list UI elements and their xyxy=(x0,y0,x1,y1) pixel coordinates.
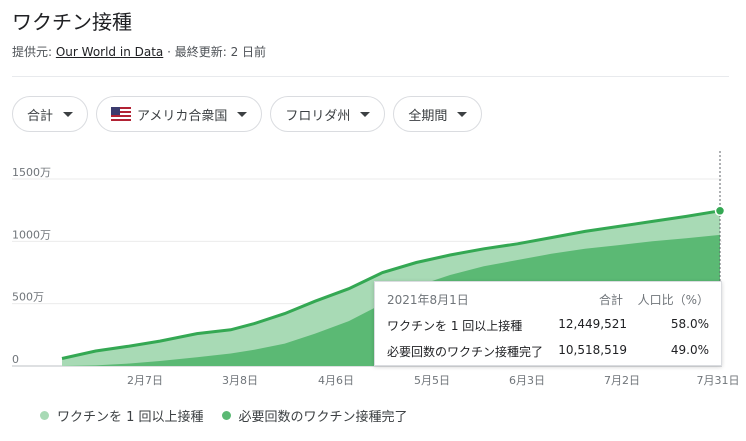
source-link[interactable]: Our World in Data xyxy=(56,45,163,59)
tooltip-row-total: 12,449,521 xyxy=(558,317,627,331)
tooltip-date: 2021年8月1日 xyxy=(387,293,469,307)
y-tick-label: 500万 xyxy=(12,291,44,304)
tooltip-row-label: ワクチンを 1 回以上接種 xyxy=(387,319,523,333)
tooltip-row-pct: 58.0% xyxy=(670,317,709,331)
caret-down-icon xyxy=(457,111,468,117)
tooltip-row: ワクチンを 1 回以上接種 12,449,521 58.0% xyxy=(387,317,709,335)
us-flag-icon xyxy=(111,107,132,121)
caret-down-icon xyxy=(237,111,248,117)
last-updated: 最終更新: 2 日前 xyxy=(174,45,267,59)
header-divider xyxy=(12,76,729,77)
caret-down-icon xyxy=(63,111,74,117)
x-tick-label: 4月6日 xyxy=(318,374,354,387)
x-tick-label: 2月7日 xyxy=(127,374,163,387)
legend-label: ワクチンを 1 回以上接種 xyxy=(57,410,204,425)
filter-metric-dropdown[interactable]: 合計 xyxy=(12,96,89,132)
tooltip-header: 2021年8月1日 合計 人口比（%） xyxy=(387,291,709,309)
y-tick-label: 1000万 xyxy=(12,228,51,241)
legend-label: 必要回数のワクチン接種完了 xyxy=(238,410,408,425)
caret-down-icon xyxy=(360,111,371,117)
filter-country-dropdown[interactable]: アメリカ合衆国 xyxy=(96,96,263,132)
source-line: 提供元: Our World in Data · 最終更新: 2 日前 xyxy=(12,43,266,60)
tooltip-row-pct: 49.0% xyxy=(670,343,709,357)
tooltip-col-pct: 人口比（%） xyxy=(637,293,709,307)
legend-item-first-dose[interactable]: ワクチンを 1 回以上接種 xyxy=(40,406,204,425)
source-separator: · xyxy=(163,45,175,59)
source-prefix: 提供元: xyxy=(12,45,56,59)
x-tick-label: 7月31日 xyxy=(697,374,740,387)
page-title: ワクチン接種 xyxy=(12,10,132,34)
hover-point xyxy=(714,205,726,217)
y-tick-label: 0 xyxy=(12,353,19,366)
x-tick-label: 7月2日 xyxy=(604,374,640,387)
x-tick-label: 6月3日 xyxy=(509,374,545,387)
tooltip-row-total: 10,518,519 xyxy=(558,343,627,357)
y-tick-label: 1500万 xyxy=(12,166,51,179)
filter-label: フロリダ州 xyxy=(285,108,351,124)
chart-tooltip: 2021年8月1日 合計 人口比（%） ワクチンを 1 回以上接種 12,449… xyxy=(374,281,722,366)
chart-legend: ワクチンを 1 回以上接種 必要回数のワクチン接種完了 xyxy=(40,406,408,425)
filter-region-dropdown[interactable]: フロリダ州 xyxy=(270,96,386,132)
legend-item-fully-vaccinated[interactable]: 必要回数のワクチン接種完了 xyxy=(221,406,408,425)
x-tick-label: 5月5日 xyxy=(414,374,450,387)
filter-label: アメリカ合衆国 xyxy=(137,108,228,124)
filter-period-dropdown[interactable]: 全期間 xyxy=(393,96,483,132)
tooltip-col-total: 合計 xyxy=(598,293,623,307)
tooltip-row-label: 必要回数のワクチン接種完了 xyxy=(387,345,544,359)
filter-bar: 合計 アメリカ合衆国 フロリダ州 全期間 xyxy=(12,96,483,134)
filter-label: 全期間 xyxy=(408,108,448,124)
legend-dot xyxy=(221,411,231,420)
filter-label: 合計 xyxy=(27,108,54,124)
tooltip-row: 必要回数のワクチン接種完了 10,518,519 49.0% xyxy=(387,343,709,361)
legend-dot xyxy=(40,411,49,420)
x-tick-label: 3月8日 xyxy=(222,374,258,387)
